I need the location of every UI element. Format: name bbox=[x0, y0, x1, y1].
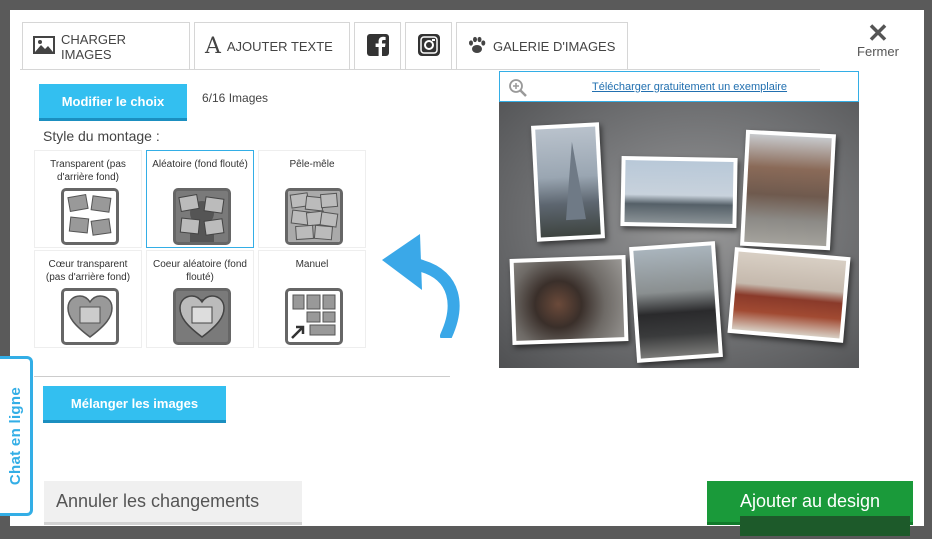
paw-icon bbox=[467, 35, 487, 58]
tab-label: CHARGER IMAGES bbox=[61, 31, 127, 62]
cancel-changes-button[interactable]: Annuler les changements bbox=[44, 481, 302, 525]
style-option-heart-transparent[interactable]: Cœur transparent (pas d'arrière fond) bbox=[34, 250, 142, 348]
option-label: Pêle-mêle bbox=[289, 159, 335, 170]
text-icon: A bbox=[205, 34, 221, 59]
collage-photo bbox=[629, 241, 723, 363]
zoom-in-icon[interactable] bbox=[508, 78, 528, 103]
blurred-collage-icon bbox=[173, 188, 231, 245]
heart-blurred-icon bbox=[173, 288, 231, 345]
section-divider bbox=[34, 376, 450, 377]
tab-divider bbox=[20, 69, 820, 70]
manual-layout-icon bbox=[285, 288, 343, 345]
collage-photo bbox=[531, 122, 605, 242]
close-button[interactable]: ✕ Fermer bbox=[848, 18, 908, 59]
shuffle-images-button[interactable]: Mélanger les images bbox=[43, 386, 226, 423]
montage-preview: Télécharger gratuitement un exemplaire bbox=[499, 71, 859, 368]
option-label: Coeur aléatoire (fond flouté) bbox=[153, 259, 247, 283]
curved-arrow-icon bbox=[376, 228, 466, 343]
tab-image-gallery[interactable]: GALERIE D'IMAGES bbox=[456, 22, 628, 70]
tab-upload-images[interactable]: CHARGER IMAGES bbox=[22, 22, 190, 70]
scattered-collage-icon bbox=[61, 188, 119, 245]
instagram-icon bbox=[417, 34, 440, 59]
style-option-jumble[interactable]: Pêle-mêle bbox=[258, 150, 366, 248]
close-icon: ✕ bbox=[867, 18, 889, 48]
style-option-random-blurred[interactable]: Aléatoire (fond flouté) bbox=[146, 150, 254, 248]
option-label: Transparent (pas d'arrière fond) bbox=[50, 159, 126, 183]
collage-dialog: CHARGER IMAGES A AJOUTER TEXTE GALERIE D… bbox=[10, 10, 924, 526]
facebook-icon bbox=[366, 34, 389, 59]
heart-collage-icon bbox=[61, 288, 119, 345]
collage-photo bbox=[727, 247, 851, 343]
collage-photo bbox=[509, 255, 629, 345]
option-label: Manuel bbox=[295, 259, 329, 270]
montage-style-grid: Transparent (pas d'arrière fond) Aléatoi… bbox=[34, 150, 366, 349]
tab-label: AJOUTER TEXTE bbox=[226, 39, 333, 54]
option-label: Cœur transparent (pas d'arrière fond) bbox=[45, 259, 131, 283]
tab-facebook[interactable] bbox=[354, 22, 401, 70]
collage-photo bbox=[620, 155, 738, 229]
collage-preview-canvas bbox=[499, 102, 859, 368]
download-sample-link[interactable]: Télécharger gratuitement un exemplaire bbox=[592, 81, 787, 93]
style-option-manual[interactable]: Manuel bbox=[258, 250, 366, 348]
tab-instagram[interactable] bbox=[405, 22, 452, 70]
overlapping-collage-icon bbox=[285, 188, 343, 245]
modify-selection-button[interactable]: Modifier le choix bbox=[39, 84, 187, 121]
live-chat-label: Chat en ligne bbox=[6, 386, 24, 486]
tab-label: GALERIE D'IMAGES bbox=[493, 39, 616, 54]
montage-style-title: Style du montage : bbox=[43, 128, 160, 144]
download-bar: Télécharger gratuitement un exemplaire bbox=[499, 71, 859, 102]
background-button-edge bbox=[740, 516, 910, 536]
close-label: Fermer bbox=[857, 44, 899, 59]
style-option-heart-random[interactable]: Coeur aléatoire (fond flouté) bbox=[146, 250, 254, 348]
image-icon bbox=[33, 36, 55, 57]
collage-photo bbox=[740, 129, 836, 251]
live-chat-tab[interactable]: Chat en ligne bbox=[0, 356, 33, 516]
option-label: Aléatoire (fond flouté) bbox=[152, 159, 248, 170]
tab-add-text[interactable]: A AJOUTER TEXTE bbox=[194, 22, 350, 70]
style-option-transparent[interactable]: Transparent (pas d'arrière fond) bbox=[34, 150, 142, 248]
image-count: 6/16 Images bbox=[202, 91, 269, 105]
